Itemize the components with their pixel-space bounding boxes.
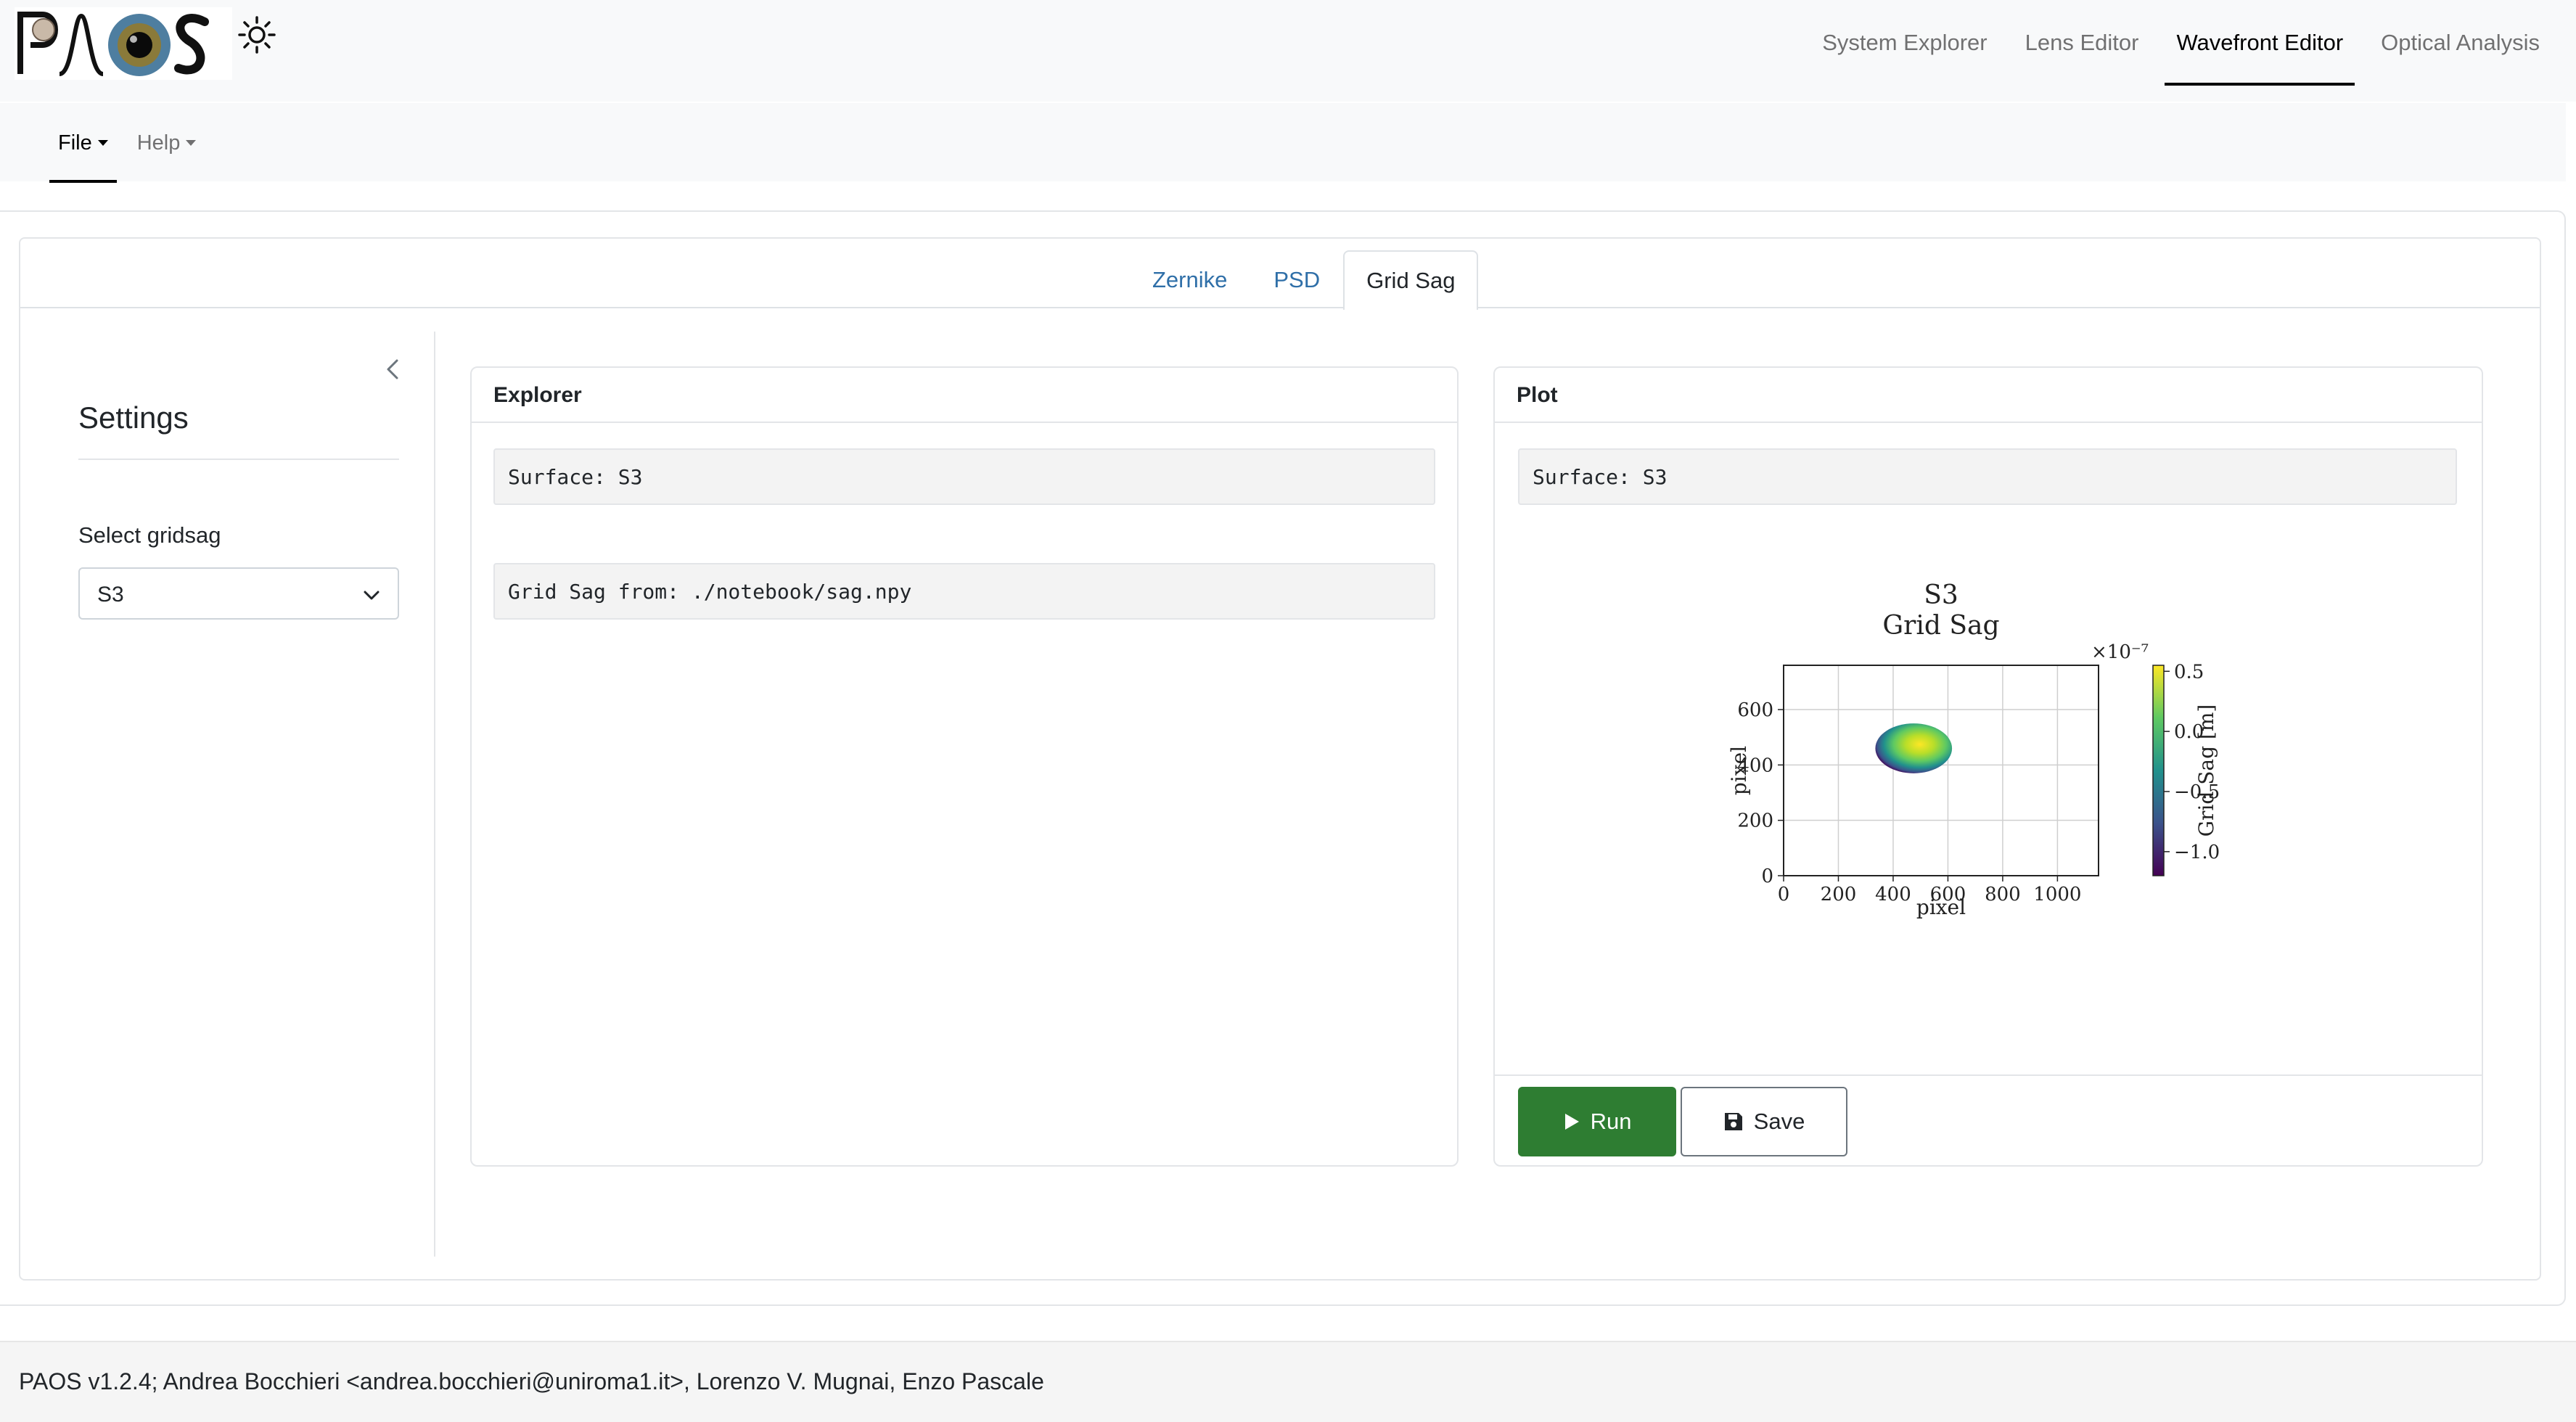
plot-title: Plot [1517,383,1558,407]
x-tick-label: 1000 [2033,884,2081,905]
footer-credits: PAOS v1.2.4; Andrea Bocchieri <andrea.bo… [19,1368,1044,1394]
gridsag-select[interactable]: S3 [78,567,399,620]
chevron-left-icon[interactable] [379,355,408,384]
plot-surface-output: Surface: S3 [1518,448,2457,505]
axes-frame [1783,665,2099,876]
chart-title: S3 [1924,580,1958,610]
sun-icon[interactable] [237,15,277,55]
nav-wavefront-editor[interactable]: Wavefront Editor [2157,0,2362,86]
plot-area: 0 200 400 600 800 10000200400600 [1737,665,2099,905]
file-menu-label: File [58,131,92,155]
footer: PAOS v1.2.4; Andrea Bocchieri <andrea.bo… [0,1341,2576,1422]
colorbar-label: Grid Sag [m] [2194,704,2218,837]
y-tick-label: 0 [1761,866,1773,887]
tab-grid-sag[interactable]: Grid Sag [1343,250,1479,310]
paos-logo[interactable] [15,7,232,80]
tab-psd[interactable]: PSD [1250,250,1343,308]
x-tick-label: 800 [1985,884,2021,905]
save-button[interactable]: Save [1681,1087,1847,1156]
settings-sidebar: Settings Select gridsag S3 [20,332,435,1257]
help-menu[interactable]: Help [123,103,211,183]
gridsag-select-value: S3 [97,583,124,607]
y-axis-label: pixel [1727,746,1751,795]
file-menu[interactable]: File [44,103,123,183]
help-menu-label: Help [136,131,181,155]
caret-down-icon [186,140,197,146]
x-tick-label: 0 [1778,884,1790,905]
play-icon [1564,1114,1579,1130]
gridsag-source-output: Grid Sag from: ./notebook/sag.npy [493,563,1435,620]
explorer-panel: Explorer Surface: S3 Grid Sag from: ./no… [470,366,1459,1167]
floppy-disk-icon [1724,1113,1742,1130]
chart-subtitle: Grid Sag [1882,611,1999,641]
explorer-header: Explorer [472,368,1457,423]
tab-zernike[interactable]: Zernike [1129,250,1250,308]
explorer-title: Explorer [493,383,582,407]
x-tick-label: 200 [1821,884,1857,905]
y-tick-label: 200 [1737,810,1773,832]
run-button-label: Run [1590,1109,1632,1134]
grid-sag-aperture [1875,723,1953,773]
y-tick-label: 600 [1737,699,1773,721]
plot-header: Plot [1495,368,2482,423]
nav-system-explorer[interactable]: System Explorer [1803,0,2006,86]
select-gridsag-label: Select gridsag [78,522,221,548]
run-button[interactable]: Run [1518,1087,1676,1156]
x-axis-label: pixel [1916,895,1966,919]
nav-optical-analysis[interactable]: Optical Analysis [2362,0,2559,86]
colorbar-tick-label: 0.5 [2174,661,2204,683]
editor-tabs: Zernike PSD Grid Sag [20,250,2540,310]
caret-down-icon [97,140,108,146]
chevron-down-icon [364,591,380,600]
main-nav: System Explorer Lens Editor Wavefront Ed… [1803,0,2559,86]
colorbar-gradient [2152,665,2165,876]
colorbar-scale-label: ×10⁻⁷ [2091,641,2149,663]
x-tick-label: 400 [1875,884,1911,905]
settings-title: Settings [78,400,189,435]
colorbar-tick-label: −1.0 [2174,842,2220,863]
explorer-surface-output: Surface: S3 [493,448,1435,505]
plot-footer-divider [1495,1074,2482,1076]
save-button-label: Save [1753,1109,1805,1134]
menu-bar: File Help [0,102,2566,183]
top-navbar: System Explorer Lens Editor Wavefront Ed… [0,0,2576,102]
grid-sag-chart: S3 Grid Sag 0 200 400 600 800 10000200400600 … [1727,580,2220,919]
divider [78,459,399,460]
nav-lens-editor[interactable]: Lens Editor [2006,0,2158,86]
